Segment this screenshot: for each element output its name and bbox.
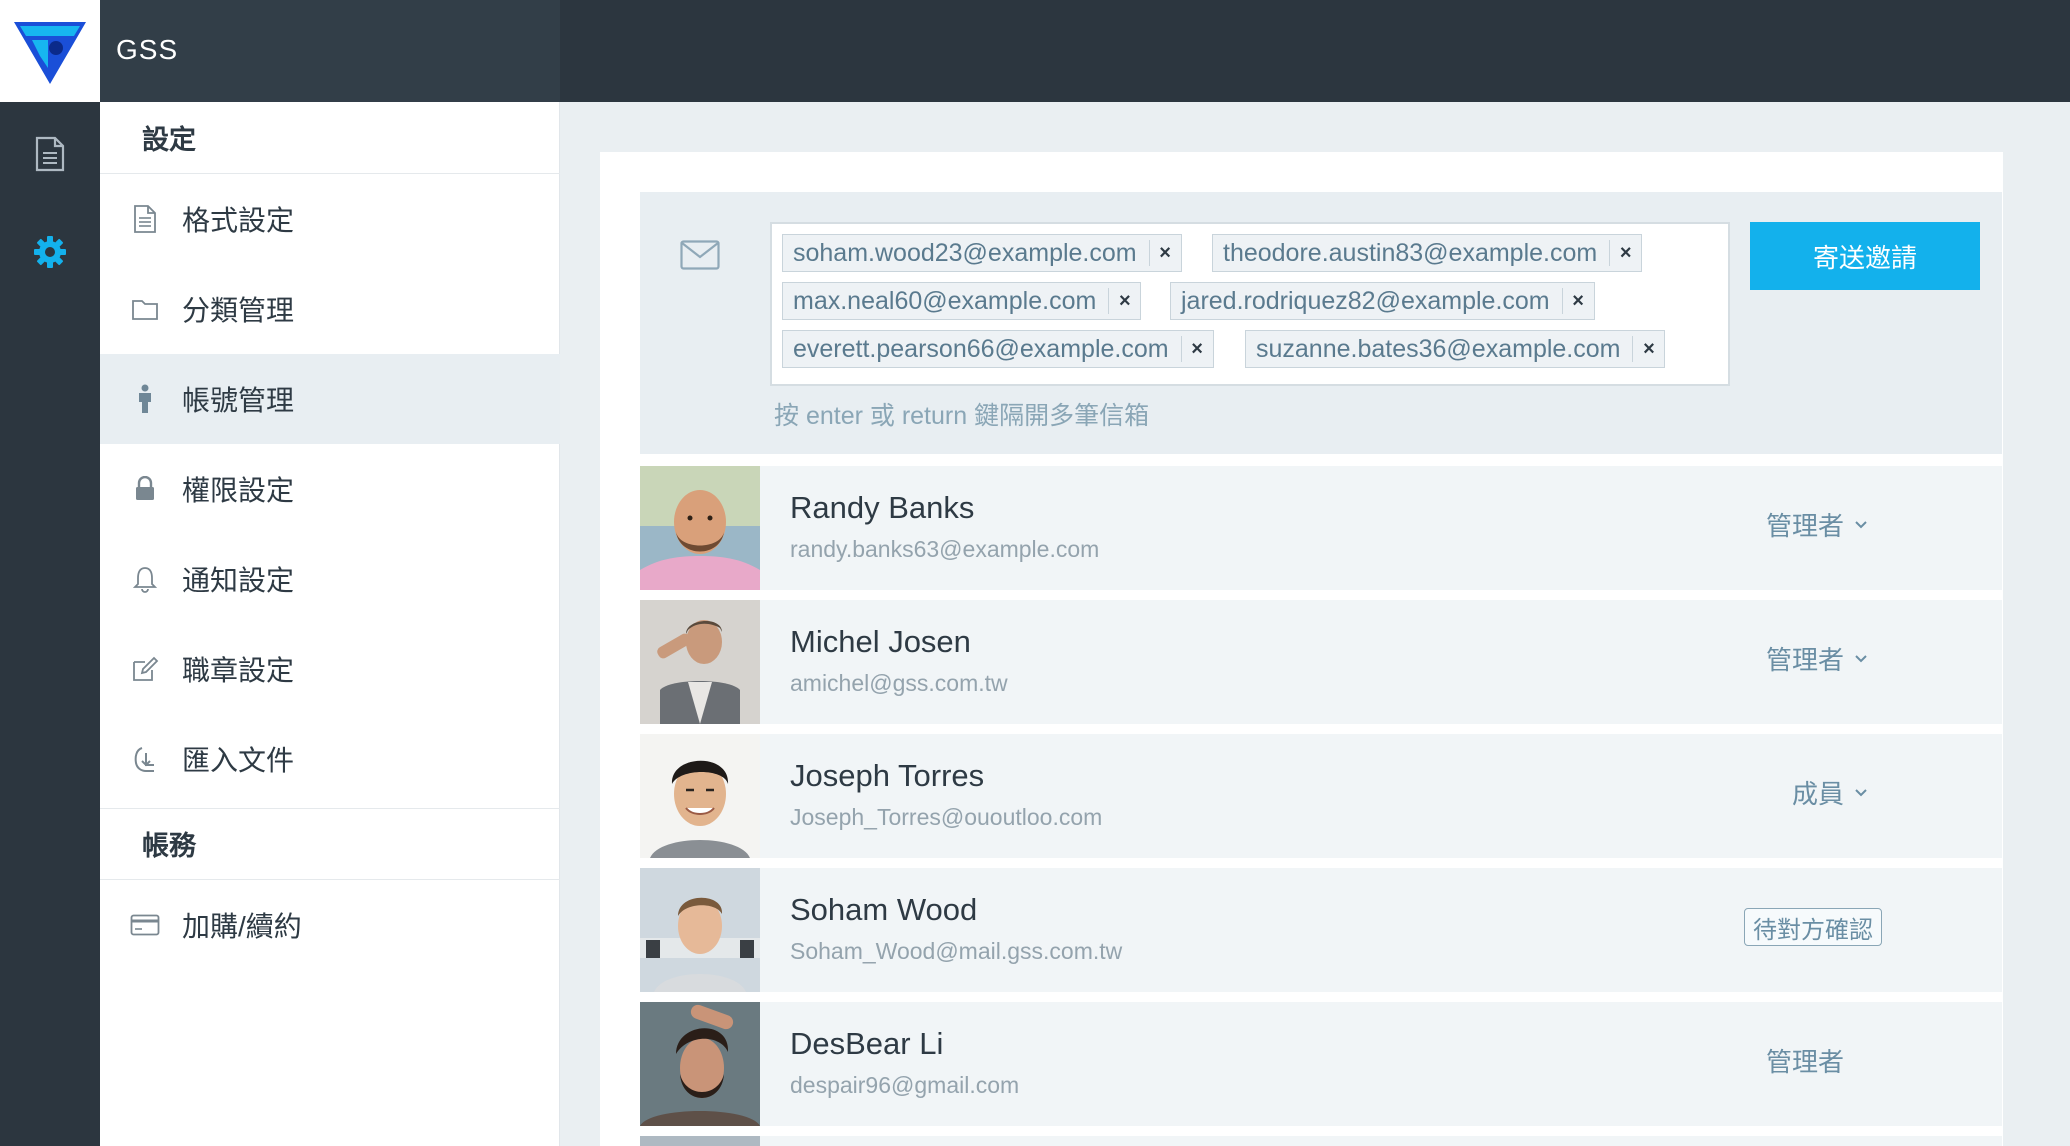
member-row: DesBear Li despair96@gmail.com 管理者 [640, 1002, 2002, 1126]
sidebar-item-import-documents[interactable]: 匯入文件 [100, 714, 560, 804]
email-tag-text: everett.pearson66@example.com [793, 334, 1169, 363]
document-icon [35, 136, 65, 172]
sidebar-item-permission-settings[interactable]: 權限設定 [100, 444, 560, 534]
remove-tag-icon[interactable]: × [1180, 336, 1213, 362]
member-email: amichel@gss.com.tw [790, 670, 1008, 696]
edit-icon [130, 654, 160, 684]
member-name: Soham Wood [790, 892, 978, 927]
email-tag: soham.wood23@example.com × [782, 234, 1182, 272]
remove-tag-icon[interactable]: × [1609, 240, 1641, 266]
email-tag: suzanne.bates36@example.com × [1245, 330, 1666, 368]
role-label: 管理者 [1766, 645, 1845, 675]
email-tag: theodore.austin83@example.com × [1212, 234, 1643, 272]
settings-section-title: 設定 [100, 102, 560, 174]
email-tag-text: max.neal60@example.com [793, 286, 1097, 315]
invite-email-input[interactable]: soham.wood23@example.com × theodore.aust… [770, 222, 1730, 386]
sidebar-item-seal-settings[interactable]: 職章設定 [100, 624, 560, 714]
import-icon [130, 744, 160, 774]
member-row-partial [640, 1136, 2002, 1146]
sidebar-item-label: 權限設定 [182, 475, 295, 506]
mail-icon [680, 240, 720, 275]
sidebar-item-account-management[interactable]: 帳號管理 [100, 354, 560, 444]
member-email: Joseph_Torres@ououtloo.com [790, 804, 1103, 830]
member-name: Michel Josen [790, 624, 971, 659]
role-dropdown[interactable]: 成員 [1792, 774, 1868, 811]
role-label-static: 管理者 [1766, 1042, 1844, 1079]
app-logo[interactable] [0, 0, 100, 102]
avatar [640, 466, 760, 590]
member-name: DesBear Li [790, 1026, 944, 1061]
invite-panel: soham.wood23@example.com × theodore.aust… [640, 192, 2002, 454]
member-row: Soham Wood Soham_Wood@mail.gss.com.tw 待對… [640, 868, 2002, 992]
sidebar-item-label: 分類管理 [182, 295, 295, 326]
member-name: Randy Banks [790, 490, 975, 525]
sidebar-item-label: 職章設定 [182, 655, 295, 686]
status-badge: 待對方確認 [1744, 908, 1882, 946]
remove-tag-icon[interactable]: × [1148, 240, 1181, 266]
sidebar-item-label: 匯入文件 [182, 745, 295, 776]
folder-icon [130, 294, 160, 324]
sidebar-item-notification-settings[interactable]: 通知設定 [100, 534, 560, 624]
icon-rail [0, 102, 100, 1146]
sidebar-item-format-settings[interactable]: 格式設定 [100, 174, 560, 264]
avatar [640, 734, 760, 858]
sidebar-item-purchase-renew[interactable]: 加購/續約 [100, 880, 560, 970]
sidebar-item-category-management[interactable]: 分類管理 [100, 264, 560, 354]
role-dropdown[interactable]: 管理者 [1766, 506, 1868, 543]
bell-icon [130, 564, 160, 594]
sidebar-item-label: 通知設定 [182, 565, 295, 596]
avatar [640, 868, 760, 992]
email-tag: max.neal60@example.com × [782, 282, 1142, 320]
email-tag-text: theodore.austin83@example.com [1223, 238, 1598, 267]
member-row: Randy Banks randy.banks63@example.com 管理… [640, 466, 2002, 590]
member-row: Michel Josen amichel@gss.com.tw 管理者 [640, 600, 2002, 724]
app-name: GSS [116, 34, 179, 65]
avatar [640, 600, 760, 724]
chevron-down-icon [1855, 520, 1867, 528]
send-invite-button[interactable]: 寄送邀請 [1750, 222, 1980, 290]
person-icon [130, 384, 160, 414]
document-icon [130, 204, 160, 234]
member-email: randy.banks63@example.com [790, 536, 1100, 562]
avatar [640, 1002, 760, 1126]
gear-icon [34, 236, 66, 268]
rail-settings-button[interactable] [26, 228, 74, 276]
email-tag-text: soham.wood23@example.com [793, 238, 1137, 267]
remove-tag-icon[interactable]: × [1108, 288, 1140, 314]
sidebar-item-label: 格式設定 [182, 205, 295, 236]
sidebar-item-label: 加購/續約 [182, 911, 302, 942]
role-dropdown[interactable]: 管理者 [1766, 640, 1868, 677]
role-label: 成員 [1792, 779, 1845, 809]
role-label: 管理者 [1766, 511, 1845, 541]
account-section-title: 帳務 [100, 808, 560, 880]
rail-documents-button[interactable] [26, 130, 74, 178]
remove-tag-icon[interactable]: × [1632, 336, 1664, 362]
email-tag: everett.pearson66@example.com × [782, 330, 1214, 368]
member-email: Soham_Wood@mail.gss.com.tw [790, 938, 1123, 964]
chevron-down-icon [1855, 788, 1867, 796]
lock-icon [130, 474, 160, 504]
avatar [640, 1136, 760, 1146]
role-label: 管理者 [1766, 1047, 1845, 1077]
invite-hint: 按 enter 或 return 鍵隔開多筆信箱 [774, 402, 1150, 430]
credit-card-icon [130, 910, 160, 940]
top-bar: GSS [0, 0, 2070, 102]
member-name: Joseph Torres [790, 758, 985, 793]
member-row: Joseph Torres Joseph_Torres@ououtloo.com… [640, 734, 2002, 858]
email-tag-text: suzanne.bates36@example.com [1256, 334, 1621, 363]
remove-tag-icon[interactable]: × [1561, 288, 1594, 314]
logo-icon [14, 22, 86, 84]
email-tag-text: jared.rodriquez82@example.com [1181, 286, 1550, 315]
email-tag: jared.rodriquez82@example.com × [1170, 282, 1595, 320]
member-email: despair96@gmail.com [790, 1072, 1020, 1098]
sidebar-item-label: 帳號管理 [182, 385, 295, 416]
settings-sidebar: 設定 格式設定 分類管理 帳號管理 權限設定 通知設定 職章設定 匯入文件 帳務… [100, 102, 560, 1146]
chevron-down-icon [1855, 654, 1867, 662]
